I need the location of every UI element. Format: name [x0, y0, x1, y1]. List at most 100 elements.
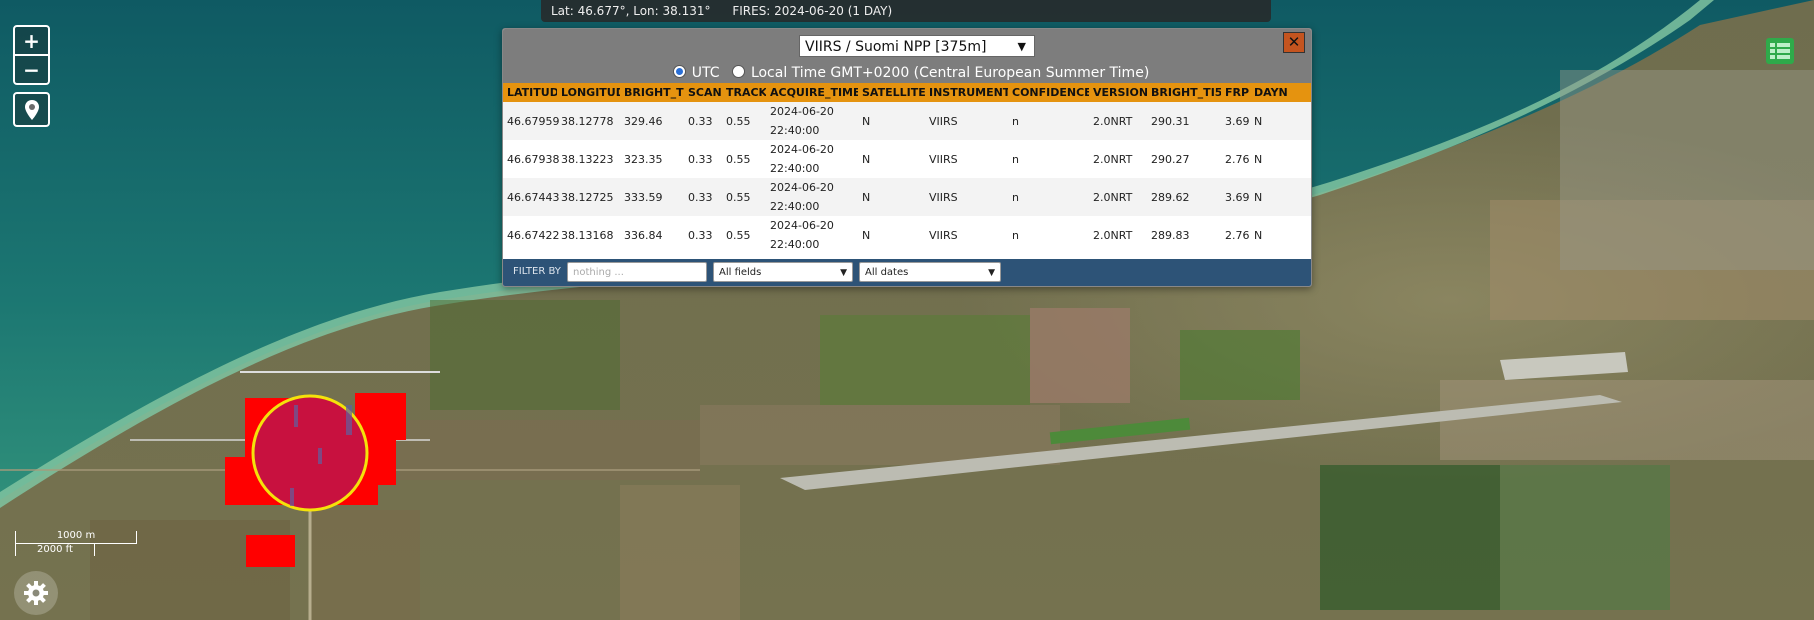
cell-longitude: 38.13168	[557, 216, 620, 254]
cell-longitude: 38.12778	[557, 102, 620, 140]
cell-bright-ti4: 336.84	[620, 216, 684, 254]
cell-frp: 2.76	[1221, 140, 1250, 178]
acquire-date: 2024-06-20	[770, 219, 834, 232]
acquire-date: 2024-06-20	[770, 105, 834, 118]
local-time-label: Local Time GMT+0200 (Central European Su…	[750, 65, 1150, 81]
layers-list-button[interactable]	[1765, 37, 1795, 65]
cell-latitude: 46.67959	[503, 102, 560, 140]
cell-confidence: n	[1008, 178, 1089, 216]
cell-bright-ti4: 323.35	[620, 140, 684, 178]
cell-frp: 3.69	[1221, 102, 1250, 140]
cell-daynight: N	[1250, 178, 1311, 216]
table-row[interactable]: 46.67938 38.13223 323.35 0.33 0.55 2024-06-20…	[503, 140, 1311, 178]
col-instrument[interactable]: INSTRUMENT	[925, 83, 1008, 102]
acquire-date: 2024-06-20	[770, 181, 834, 194]
filter-label: FILTER BY	[513, 266, 561, 277]
cell-acquire-time: 2024-06-20 22:40:00	[766, 102, 858, 140]
zoom-out-button[interactable]: −	[15, 54, 48, 83]
cell-track: 0.55	[722, 216, 766, 254]
col-version[interactable]: VERSION	[1089, 83, 1147, 102]
cell-scan: 0.33	[684, 140, 722, 178]
cell-latitude: 46.67938	[503, 140, 560, 178]
cell-instrument: VIIRS	[925, 140, 1008, 178]
col-daynight[interactable]: DAYN	[1250, 83, 1311, 102]
cell-longitude: 38.12725	[557, 178, 620, 216]
cell-satellite: N	[858, 178, 925, 216]
cell-instrument: VIIRS	[925, 178, 1008, 216]
date-filter-value: All dates	[865, 267, 909, 278]
col-latitude[interactable]: LATITUDE	[503, 83, 557, 102]
filter-bar: FILTER BY nothing ... All fields ▼ All d…	[503, 259, 1311, 286]
chevron-down-icon: ▼	[840, 268, 847, 278]
time-mode-row: UTC Local Time GMT+0200 (Central Europea…	[503, 63, 1311, 83]
col-track[interactable]: TRACK	[722, 83, 766, 102]
cell-instrument: VIIRS	[925, 102, 1008, 140]
cell-latitude: 46.67443	[503, 178, 560, 216]
cell-confidence: n	[1008, 140, 1089, 178]
cell-daynight: N	[1250, 102, 1311, 140]
cell-scan: 0.33	[684, 216, 722, 254]
zoom-control: + −	[13, 25, 50, 85]
local-time-radio[interactable]	[731, 65, 745, 78]
col-scan[interactable]: SCAN	[684, 83, 722, 102]
col-bright-ti4[interactable]: BRIGHT_TI4	[620, 83, 684, 102]
table-header-row: LATITUDE LONGITUDE BRIGHT_TI4 SCAN TRACK…	[503, 83, 1311, 102]
chevron-down-icon: ▼	[988, 268, 995, 278]
satellite-select-value: VIIRS / Suomi NPP [375m]	[805, 39, 987, 55]
cell-track: 0.55	[722, 140, 766, 178]
close-button[interactable]: ✕	[1283, 32, 1305, 53]
cell-confidence: n	[1008, 216, 1089, 254]
cell-satellite: N	[858, 102, 925, 140]
utc-radio[interactable]	[672, 65, 686, 78]
acquire-date: 2024-06-20	[770, 143, 834, 156]
utc-label: UTC	[691, 65, 720, 81]
col-acquire-time[interactable]: ACQUIRE_TIME	[766, 83, 858, 102]
cell-scan: 0.33	[684, 102, 722, 140]
cell-satellite: N	[858, 216, 925, 254]
zoom-in-button[interactable]: +	[15, 27, 48, 54]
cell-version: 2.0NRT	[1089, 140, 1147, 178]
field-filter-value: All fields	[719, 267, 762, 278]
cell-daynight: N	[1250, 140, 1311, 178]
cell-confidence: n	[1008, 102, 1089, 140]
gear-icon	[24, 581, 48, 605]
acquire-time: 22:40:00	[770, 238, 820, 251]
coordinate-readout: Lat: 46.677°, Lon: 38.131°	[551, 4, 711, 18]
cell-version: 2.0NRT	[1089, 178, 1147, 216]
cell-instrument: VIIRS	[925, 216, 1008, 254]
acquire-time: 22:40:00	[770, 162, 820, 175]
table-row[interactable]: 46.67422 38.13168 336.84 0.33 0.55 2024-06-20…	[503, 216, 1311, 254]
cell-version: 2.0NRT	[1089, 216, 1147, 254]
cell-scan: 0.33	[684, 178, 722, 216]
fire-details-popup: VIIRS / Suomi NPP [375m] ▼ ✕ UTC Local T…	[502, 28, 1312, 287]
col-bright-ti5[interactable]: BRIGHT_TI5	[1147, 83, 1221, 102]
cell-frp: 2.76	[1221, 216, 1250, 254]
cell-satellite: N	[858, 140, 925, 178]
map-pin-icon	[24, 99, 39, 120]
table-row[interactable]: 46.67959 38.12778 329.46 0.33 0.55 2024-06-20…	[503, 102, 1311, 140]
date-filter-select[interactable]: All dates ▼	[859, 262, 1001, 282]
cell-bright-ti5: 289.62	[1147, 178, 1221, 216]
cell-bright-ti5: 289.83	[1147, 216, 1221, 254]
table-row[interactable]: 46.67443 38.12725 333.59 0.33 0.55 2024-06-20…	[503, 178, 1311, 216]
acquire-time: 22:40:00	[770, 124, 820, 137]
fire-detections-table: LATITUDE LONGITUDE BRIGHT_TI4 SCAN TRACK…	[503, 83, 1311, 254]
location-button[interactable]	[13, 92, 50, 127]
field-filter-select[interactable]: All fields ▼	[713, 262, 853, 282]
col-frp[interactable]: FRP	[1221, 83, 1250, 102]
filter-input[interactable]: nothing ...	[567, 262, 707, 282]
cell-bright-ti4: 333.59	[620, 178, 684, 216]
popup-header: VIIRS / Suomi NPP [375m] ▼ ✕	[503, 29, 1311, 63]
satellite-select[interactable]: VIIRS / Suomi NPP [375m] ▼	[799, 35, 1035, 57]
table-list-icon	[1766, 38, 1794, 64]
chevron-down-icon: ▼	[1017, 40, 1026, 53]
col-confidence[interactable]: CONFIDENCE	[1008, 83, 1089, 102]
fires-date-readout: FIRES: 2024-06-20 (1 DAY)	[732, 4, 893, 18]
col-satellite[interactable]: SATELLITE	[858, 83, 925, 102]
cell-bright-ti4: 329.46	[620, 102, 684, 140]
cell-acquire-time: 2024-06-20 22:40:00	[766, 178, 858, 216]
settings-button[interactable]	[14, 571, 58, 615]
col-longitude[interactable]: LONGITUDE	[557, 83, 620, 102]
fire-pixel[interactable]	[246, 535, 295, 567]
map-scale-bar: 1000 m 2000 ft	[15, 531, 137, 556]
